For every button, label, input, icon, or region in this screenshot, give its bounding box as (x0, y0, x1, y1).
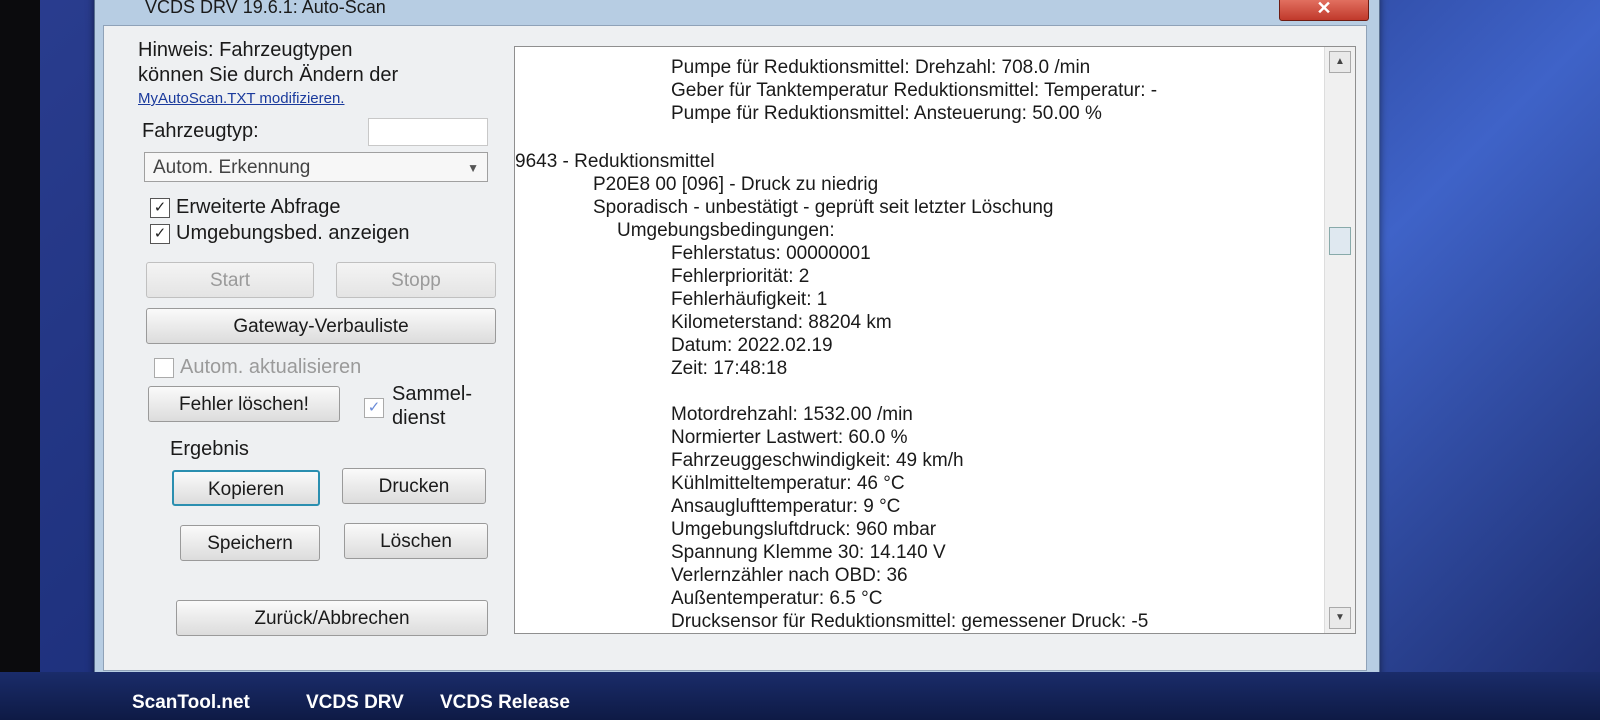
myautoscan-link[interactable]: MyAutoScan.TXT modifizieren. (138, 90, 344, 107)
result-line: Pumpe für Reduktionsmittel: Ansteuerung:… (671, 103, 1102, 124)
result-line: Fehlerhäufigkeit: 1 (671, 289, 828, 310)
hint-line-2: können Sie durch Ändern der (138, 64, 399, 86)
autoscan-window: VCDS DRV 19.6.1: Auto-Scan ✕ Hinweis: Fa… (94, 0, 1380, 682)
ext-query-checkbox[interactable]: ✓ (150, 198, 170, 218)
result-line: Fehlerpriorität: 2 (671, 266, 810, 287)
stop-button[interactable]: Stopp (336, 262, 496, 298)
vertical-scrollbar[interactable]: ▲ ▼ (1324, 47, 1355, 633)
result-line: Normierter Lastwert: 60.0 % (671, 427, 908, 448)
result-line: Umgebungsbedingungen: (617, 220, 835, 241)
env-cond-label: Umgebungsbed. anzeigen (176, 222, 410, 244)
result-line: Geber für Tanktemperatur Reduktionsmitte… (671, 80, 1158, 101)
taskbar-item-vcds-drv[interactable]: VCDS DRV (306, 692, 404, 714)
delete-button[interactable]: Löschen (344, 523, 488, 559)
print-button[interactable]: Drucken (342, 468, 486, 504)
auto-update-checkbox[interactable] (154, 358, 174, 378)
result-line: Drucksensor für Reduktionsmittel: gemess… (671, 611, 1149, 632)
taskbar-item-vcds-release[interactable]: VCDS Release (440, 692, 570, 714)
scroll-thumb[interactable] (1329, 227, 1351, 255)
clear-faults-button[interactable]: Fehler löschen! (148, 386, 340, 422)
result-line: Pumpe für Reduktionsmittel: Drehzahl: 70… (671, 57, 1091, 78)
result-line: Zeit: 17:48:18 (671, 358, 788, 379)
scroll-up-icon[interactable]: ▲ (1329, 51, 1351, 73)
result-line: Datum: 2022.02.19 (671, 335, 833, 356)
result-line: Kühlmitteltemperatur: 46 °C (671, 473, 905, 494)
result-line: Fahrzeuggeschwindigkeit: 49 km/h (671, 450, 964, 471)
back-cancel-button[interactable]: Zurück/Abbrechen (176, 600, 488, 636)
result-line: Motordrehzahl: 1532.00 /min (671, 404, 913, 425)
monitor-bezel (0, 0, 40, 720)
close-button[interactable]: ✕ (1279, 0, 1369, 21)
result-line: Verlernzähler nach OBD: 36 (671, 565, 908, 586)
chevron-down-icon: ▼ (467, 161, 479, 175)
window-title: VCDS DRV 19.6.1: Auto-Scan (145, 0, 386, 17)
taskbar: ScanTool.net VCDS DRV VCDS Release (0, 672, 1600, 720)
hint-line-1: Hinweis: Fahrzeugtypen (138, 39, 353, 61)
results-textbox[interactable]: Pumpe für Reduktionsmittel: Drehzahl: 70… (514, 46, 1356, 634)
result-line: Kilometerstand: 88204 km (671, 312, 892, 333)
result-line: Ansauglufttemperatur: 9 °C (671, 496, 901, 517)
title-bar[interactable]: VCDS DRV 19.6.1: Auto-Scan ✕ (95, 0, 1379, 21)
result-line: Fehlerstatus: 00000001 (671, 243, 871, 264)
left-panel: Hinweis: Fahrzeugtypen können Sie durch … (104, 26, 496, 670)
result-line: P20E8 00 [096] - Druck zu niedrig (593, 174, 879, 195)
vehicle-type-select[interactable]: Autom. Erkennung ▼ (144, 152, 488, 182)
client-area: Hinweis: Fahrzeugtypen können Sie durch … (103, 25, 1367, 671)
start-button[interactable]: Start (146, 262, 314, 298)
group-service-label: Sammel- dienst (392, 383, 473, 429)
result-line: Außentemperatur: 6.5 °C (671, 588, 883, 609)
gateway-list-button[interactable]: Gateway-Verbauliste (146, 308, 496, 344)
save-button[interactable]: Speichern (180, 525, 320, 561)
vehicle-type-value: Autom. Erkennung (153, 157, 311, 178)
result-label: Ergebnis (170, 438, 249, 460)
scroll-down-icon[interactable]: ▼ (1329, 607, 1351, 629)
copy-button[interactable]: Kopieren (172, 470, 320, 506)
vehicle-type-code-field[interactable] (368, 118, 488, 146)
result-line: Umgebungsluftdruck: 960 mbar (671, 519, 937, 540)
group-service-checkbox[interactable]: ✓ (364, 398, 384, 418)
vehicle-type-label: Fahrzeugtyp: (142, 120, 259, 142)
ext-query-label: Erweiterte Abfrage (176, 196, 341, 218)
taskbar-item-scantool[interactable]: ScanTool.net (132, 692, 250, 714)
result-line: 9643 - Reduktionsmittel (515, 151, 715, 172)
auto-update-label: Autom. aktualisieren (180, 356, 362, 378)
result-line: Spannung Klemme 30: 14.140 V (671, 542, 946, 563)
hint-text: Hinweis: Fahrzeugtypen können Sie durch … (138, 38, 488, 88)
env-cond-checkbox[interactable]: ✓ (150, 224, 170, 244)
result-line: Sporadisch - unbestätigt - geprüft seit … (593, 197, 1054, 218)
